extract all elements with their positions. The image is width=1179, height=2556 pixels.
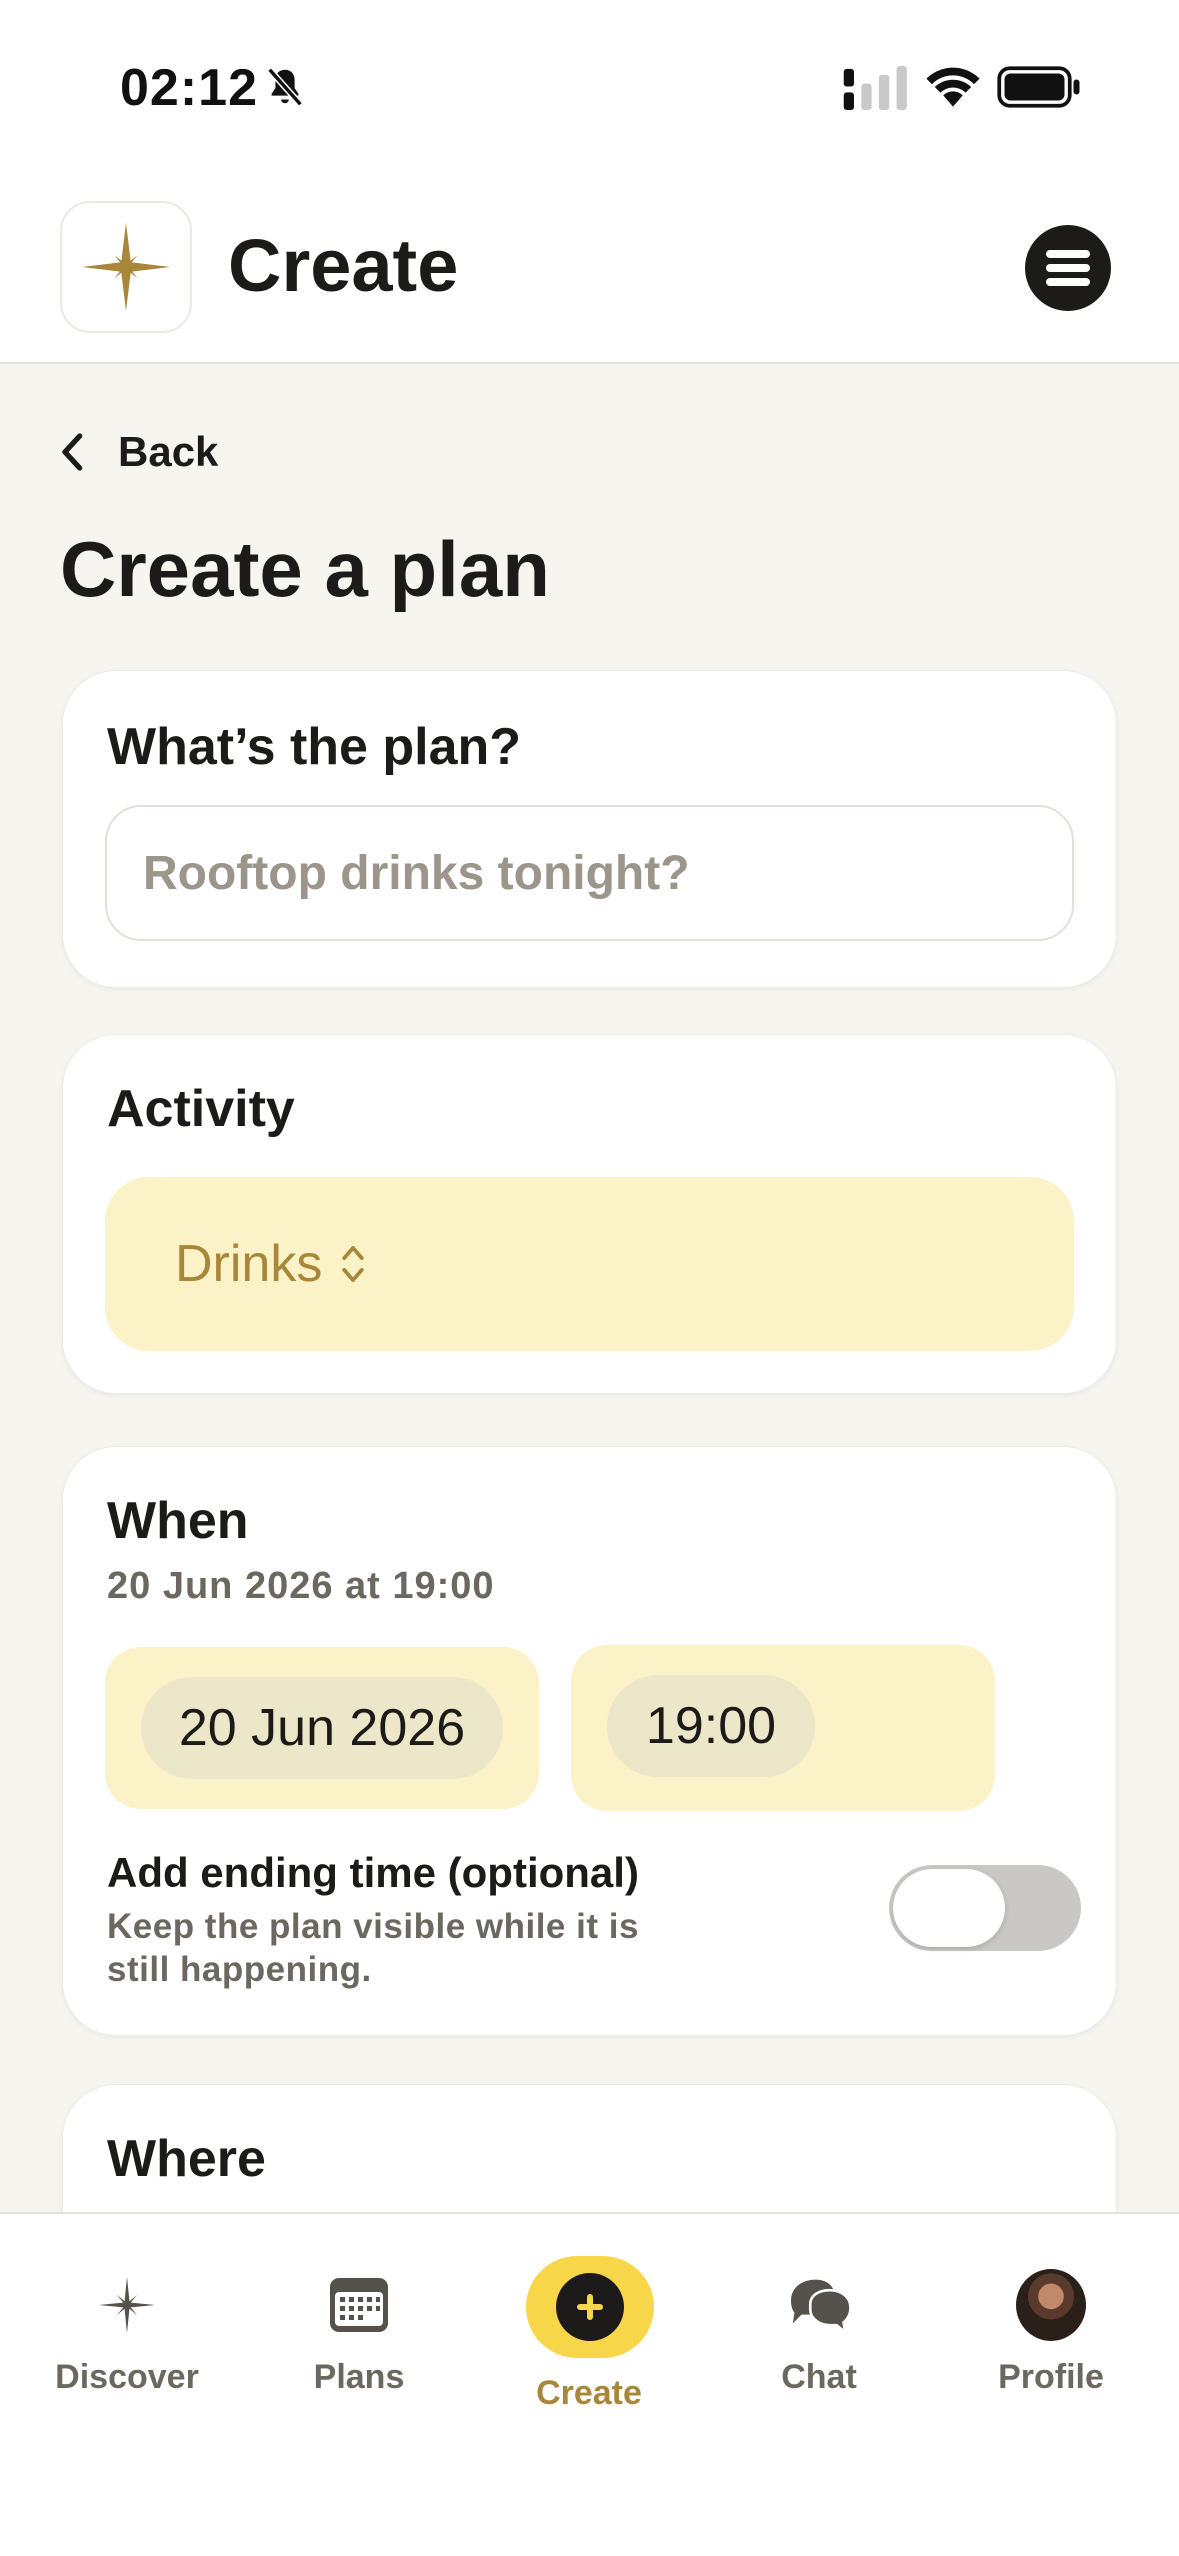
nav-create-label: Create [536, 2374, 642, 2412]
activity-selected-value: Drinks [175, 1235, 323, 1293]
nav-profile[interactable]: Profile [951, 2214, 1151, 2414]
back-label: Back [118, 428, 219, 475]
screen: 02:12 Create Back Create a plan What’s t… [0, 0, 1179, 2556]
page-title: Create a plan [60, 525, 550, 613]
nav-discover-label: Discover [55, 2358, 199, 2396]
when-summary: 20 Jun 2026 at 19:00 [107, 1565, 495, 1607]
nav-discover[interactable]: Discover [27, 2214, 227, 2414]
nav-plans[interactable]: Plans [259, 2214, 459, 2414]
battery-icon [997, 66, 1080, 108]
wifi-icon [926, 67, 980, 107]
ending-time-description: Keep the plan visible while it is still … [107, 1907, 639, 1989]
activity-card: Activity Drinks [62, 1034, 1117, 1394]
plus-circle-icon [556, 2273, 624, 2341]
time-picker[interactable]: 19:00 [571, 1645, 995, 1811]
date-picker[interactable]: 20 Jun 2026 [105, 1647, 539, 1809]
status-bar: 02:12 [0, 0, 1179, 175]
header-title: Create [228, 224, 459, 307]
avatar [1016, 2269, 1086, 2341]
toggle-knob [893, 1869, 1005, 1947]
chat-bubbles-icon [791, 2279, 852, 2336]
calendar-icon [330, 2278, 388, 2332]
four-point-star-icon [81, 222, 171, 312]
plan-title-input[interactable] [105, 805, 1074, 941]
back-button[interactable]: Back [58, 422, 218, 482]
plan-card-title: What’s the plan? [107, 718, 522, 776]
chevron-left-icon [62, 433, 83, 471]
ending-time-title: Add ending time (optional) [107, 1849, 639, 1896]
hamburger-menu-icon [1046, 247, 1090, 289]
bottom-nav: Discover Plans Create Chat Profile [0, 2212, 1179, 2556]
chevron-up-down-icon [342, 1245, 365, 1283]
when-card: When 20 Jun 2026 at 19:00 20 Jun 2026 19… [62, 1446, 1117, 2036]
status-time: 02:12 [120, 59, 258, 117]
activity-select[interactable]: Drinks [105, 1177, 1074, 1351]
menu-button[interactable] [1025, 225, 1111, 311]
plan-card: What’s the plan? [62, 670, 1117, 988]
signal-icon [843, 66, 907, 110]
app-logo[interactable] [60, 201, 192, 333]
app-header: Create [0, 175, 1179, 364]
date-value: 20 Jun 2026 [141, 1677, 503, 1779]
where-card: Where [62, 2084, 1117, 2212]
create-bubble [526, 2256, 654, 2358]
sparkle-star-icon [98, 2276, 156, 2334]
nav-create[interactable]: Create [489, 2214, 689, 2414]
where-card-title: Where [107, 2130, 266, 2188]
main-content[interactable]: Back Create a plan What’s the plan? Acti… [0, 364, 1179, 2212]
bell-slash-icon [267, 67, 303, 107]
nav-profile-label: Profile [998, 2358, 1104, 2396]
nav-plans-label: Plans [313, 2358, 405, 2396]
time-value: 19:00 [607, 1675, 815, 1777]
nav-chat[interactable]: Chat [719, 2214, 919, 2414]
nav-chat-label: Chat [781, 2358, 857, 2396]
ending-time-toggle[interactable] [889, 1865, 1081, 1951]
when-card-title: When [107, 1492, 249, 1550]
activity-card-title: Activity [107, 1080, 295, 1138]
